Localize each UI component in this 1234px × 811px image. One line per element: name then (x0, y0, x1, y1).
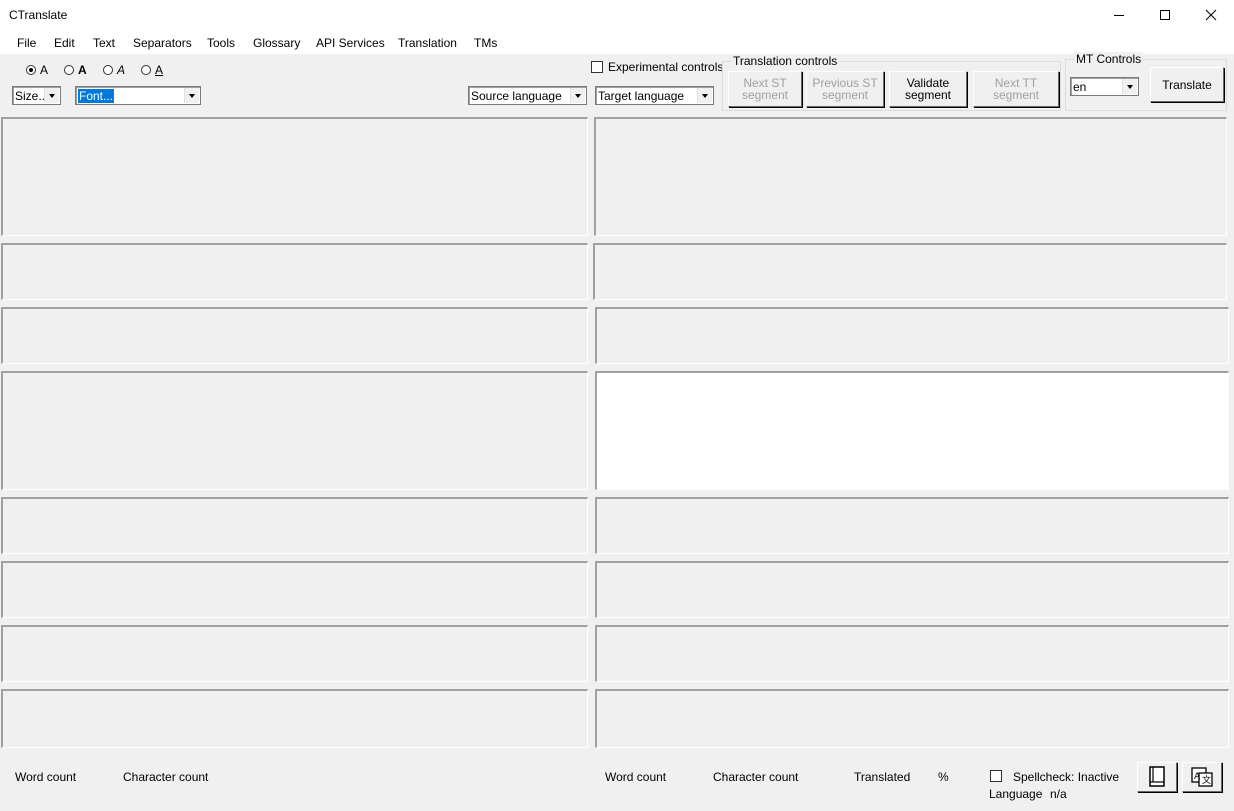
validate-segment-button[interactable]: Validate segment (889, 71, 967, 107)
menu-edit[interactable]: Edit (54, 36, 75, 50)
experimental-controls-label: Experimental controls (608, 60, 724, 74)
source-segment-pane[interactable] (1, 117, 588, 236)
minimize-icon (1114, 15, 1124, 16)
menu-translation[interactable]: Translation (398, 36, 457, 50)
chevron-down-icon[interactable] (184, 88, 199, 103)
source-segment-pane[interactable] (1, 307, 588, 364)
source-segment-pane[interactable] (1, 371, 588, 490)
next-tt-line2: segment (992, 88, 1040, 102)
svg-text:A: A (1194, 772, 1201, 782)
close-icon (1205, 9, 1217, 21)
menu-tools[interactable]: Tools (207, 36, 235, 50)
target-character-count: Character count (713, 770, 799, 784)
target-segment-pane[interactable] (593, 243, 1227, 300)
source-word-count: Word count (15, 770, 77, 784)
source-segment-pane[interactable] (1, 625, 588, 682)
target-segment-pane-active[interactable] (595, 371, 1229, 490)
mt-language-value: en (1073, 80, 1087, 94)
language-label: Language (989, 787, 1043, 801)
font-combo-value: Font... (78, 89, 115, 103)
previous-st-segment-button[interactable]: Previous ST segment (806, 71, 884, 107)
menu-separators[interactable]: Separators (133, 36, 192, 50)
radio-underline-label: A (155, 63, 164, 77)
experimental-controls-checkbox[interactable] (591, 61, 603, 73)
radio-underline[interactable]: A (141, 62, 163, 78)
menu-text[interactable]: Text (93, 36, 115, 50)
mt-controls-title: MT Controls (1074, 52, 1144, 66)
source-language-value: Source language (471, 89, 562, 103)
source-segment-pane[interactable] (1, 243, 588, 300)
glossary-book-button[interactable] (1137, 762, 1177, 792)
target-segment-pane[interactable] (595, 625, 1229, 682)
menu-api-services[interactable]: API Services (316, 36, 385, 50)
radio-italic-circle[interactable] (103, 65, 113, 75)
radio-bold-circle[interactable] (64, 65, 74, 75)
radio-italic-label: A (117, 63, 126, 77)
radio-bold[interactable]: A (64, 62, 87, 78)
next-tt-segment-button[interactable]: Next TT segment (973, 71, 1059, 107)
minimize-button[interactable] (1096, 0, 1142, 30)
maximize-icon (1160, 10, 1170, 20)
radio-normal-label: A (40, 63, 49, 77)
window-title: CTranslate (9, 8, 68, 22)
target-segment-pane[interactable] (595, 497, 1229, 554)
svg-text:文: 文 (1202, 774, 1211, 786)
translate-icon-button[interactable]: A 文 (1182, 762, 1222, 792)
book-icon (1149, 766, 1165, 787)
menu-bar: File Edit Text Separators Tools Glossary… (0, 30, 1234, 54)
translated-percent: % (938, 770, 949, 784)
previous-st-line2: segment (821, 88, 868, 102)
menu-file[interactable]: File (17, 36, 36, 50)
radio-normal-circle[interactable] (26, 65, 36, 75)
menu-glossary[interactable]: Glossary (253, 36, 300, 50)
translate-button[interactable]: Translate (1150, 67, 1224, 102)
maximize-button[interactable] (1142, 0, 1188, 30)
next-st-segment-button[interactable]: Next ST segment (728, 71, 802, 107)
translation-controls-title: Translation controls (731, 54, 840, 68)
source-segment-pane[interactable] (1, 561, 588, 618)
validate-line2: segment (904, 88, 952, 102)
translated-label: Translated (854, 770, 911, 784)
language-value: n/a (1050, 787, 1067, 801)
menu-tms[interactable]: TMs (474, 36, 497, 50)
title-bar: CTranslate (0, 0, 1234, 30)
size-combo[interactable]: Size... (12, 86, 61, 105)
chevron-down-icon[interactable] (44, 88, 59, 103)
mt-language-combo[interactable]: en (1070, 77, 1139, 96)
translate-button-label: Translate (1162, 77, 1212, 92)
next-st-line2: segment (741, 88, 789, 102)
spellcheck-label: Spellcheck: Inactive (1013, 770, 1120, 784)
font-combo[interactable]: Font... (75, 86, 201, 105)
chevron-down-icon[interactable] (1122, 79, 1137, 94)
spellcheck-checkbox[interactable] (990, 770, 1002, 782)
source-character-count: Character count (123, 770, 209, 784)
chevron-down-icon[interactable] (570, 88, 585, 103)
radio-normal[interactable]: A (26, 62, 48, 78)
source-segment-pane[interactable] (1, 689, 588, 748)
target-segment-pane[interactable] (594, 117, 1227, 236)
target-segment-pane[interactable] (595, 307, 1229, 364)
translate-icon: A 文 (1191, 767, 1213, 787)
target-segment-pane[interactable] (595, 689, 1229, 748)
source-segment-pane[interactable] (1, 497, 588, 554)
radio-italic[interactable]: A (103, 62, 125, 78)
radio-bold-label: A (78, 63, 87, 77)
target-segment-pane[interactable] (595, 561, 1229, 618)
chevron-down-icon[interactable] (697, 88, 712, 103)
target-language-value: Target language (598, 89, 685, 103)
radio-underline-circle[interactable] (141, 65, 151, 75)
target-language-combo[interactable]: Target language (595, 86, 714, 105)
target-word-count: Word count (605, 770, 667, 784)
close-button[interactable] (1188, 0, 1234, 30)
source-language-combo[interactable]: Source language (468, 86, 587, 105)
